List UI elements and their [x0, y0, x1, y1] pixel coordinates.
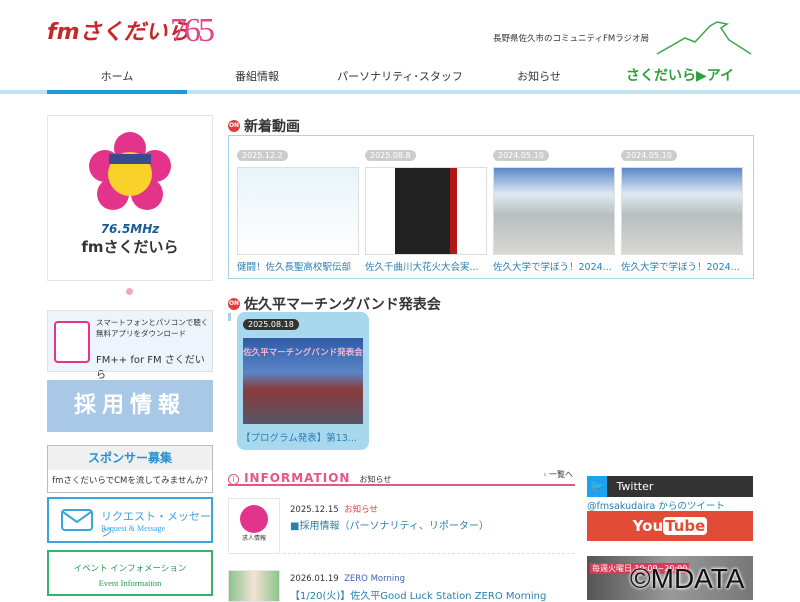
marching-card[interactable]: 2025.08.18 佐久平マーチングバンド発表会 【プログラム発表】第13..… [237, 312, 369, 450]
marching-thumbnail: 佐久平マーチングバンド発表会 [243, 338, 363, 424]
twitter-header[interactable]: 🐦 Twitter [587, 476, 753, 497]
mascot-freq: 76.5MHz [100, 222, 160, 236]
info-header: i INFORMATION お知らせ › 一覧へ [228, 467, 575, 486]
event-title: イベント インフォメーション [73, 564, 187, 574]
carousel-dot[interactable] [126, 288, 133, 295]
onair-icon: ON [228, 120, 240, 132]
youtube-button[interactable]: You Tube [587, 511, 753, 541]
video-card[interactable]: 2025.08.8 佐久千曲川大花火大会実... [365, 143, 487, 273]
765-logo: 765 [170, 12, 215, 49]
twitter-icon: 🐦 [587, 476, 607, 497]
info-title[interactable]: ■採用情報（パーソナリティ、リポーター） [290, 517, 489, 532]
mountain-icon [656, 21, 752, 55]
event-sub: Event Informaiton [98, 578, 162, 588]
video-card[interactable]: 2024.05.10 佐久大学で学ぼう！2024... [621, 143, 743, 273]
videos-heading: ON 新着動画 [228, 119, 300, 135]
nav-personality[interactable]: パーソナリティ･スタッフ [337, 68, 463, 84]
twitter-handle[interactable]: @fmsakudaira からのツイート [587, 498, 725, 512]
tagline: 長野県佐久市のコミュニティFMラジオ局 [493, 34, 650, 44]
info-item[interactable]: 求人情報 2025.12.15 お知らせ ■採用情報（パーソナリティ、リポーター… [228, 498, 575, 554]
sponsor-title: スポンサー募集 [48, 446, 212, 470]
app-text: スマートフォンとパソコンで聴く 無料アプリをダウンロード [96, 318, 209, 338]
sponsor-banner[interactable]: スポンサー募集 fmさくだいらでCMを流してみませんか? [47, 445, 213, 493]
marching-caption: 【プログラム発表】第13... [241, 433, 357, 444]
more-link[interactable]: › 一覧へ [543, 469, 573, 480]
sponsor-sub: fmさくだいらでCMを流してみませんか? [52, 476, 208, 486]
marching-heading: ON 佐久平マーチングバンド発表会 [228, 297, 441, 313]
app-icon [54, 321, 90, 363]
mascot-banner[interactable]: 76.5MHz fmさくだいら [47, 115, 213, 281]
mascot-icon [89, 132, 171, 210]
video-thumbnail [237, 167, 359, 255]
info-item[interactable]: 2026.01.19 ZERO Morning 【1/20(火)】佐久平Good… [228, 568, 575, 602]
videos-panel: 2025.12.2 健闘！佐久長聖高校駅伝部 2025.08.8 佐久千曲川大花火大… [228, 135, 754, 279]
nav-home[interactable]: ホーム [101, 68, 134, 84]
mascot-name: fmさくだいら [81, 238, 179, 256]
app-download-banner[interactable]: スマートフォンとパソコンで聴く 無料アプリをダウンロード FM++ for FM … [47, 310, 213, 381]
info-thumbnail: 求人情報 [228, 498, 280, 554]
nav-active-indicator [47, 90, 187, 94]
video-thumbnail [493, 167, 615, 255]
watermark: ©MDATA [630, 563, 745, 594]
info-icon: i [228, 474, 239, 485]
nav-news[interactable]: お知らせ [517, 68, 561, 84]
request-message-button[interactable]: リクエスト・メッセージ Request & Message [47, 497, 213, 543]
recruit-banner[interactable]: 採用情報 [47, 380, 213, 432]
event-info-button[interactable]: イベント インフォメーション Event Informaiton [47, 550, 213, 596]
nav-programs[interactable]: 番組情報 [235, 68, 279, 84]
video-thumbnail [621, 167, 743, 255]
scroll-marker [228, 313, 231, 321]
app-name: FM++ for FM さくだいら [96, 355, 205, 381]
mail-icon [61, 509, 93, 531]
video-card[interactable]: 2025.12.2 健闘！佐久長聖高校駅伝部 [237, 143, 359, 273]
site-logo[interactable]: fmさくだいら [47, 14, 190, 46]
info-thumbnail [228, 570, 280, 602]
main-nav: ホーム 番組情報 パーソナリティ･スタッフ お知らせ さくだいら▶アイ [0, 64, 800, 88]
nav-sakudaira-eye[interactable]: さくだいら▶アイ [626, 65, 734, 85]
video-card[interactable]: 2024.05.10 佐久大学で学ぼう！2024... [493, 143, 615, 273]
video-thumbnail [365, 167, 487, 255]
onair-icon: ON [228, 298, 240, 310]
request-sub: Request & Message [101, 524, 165, 533]
